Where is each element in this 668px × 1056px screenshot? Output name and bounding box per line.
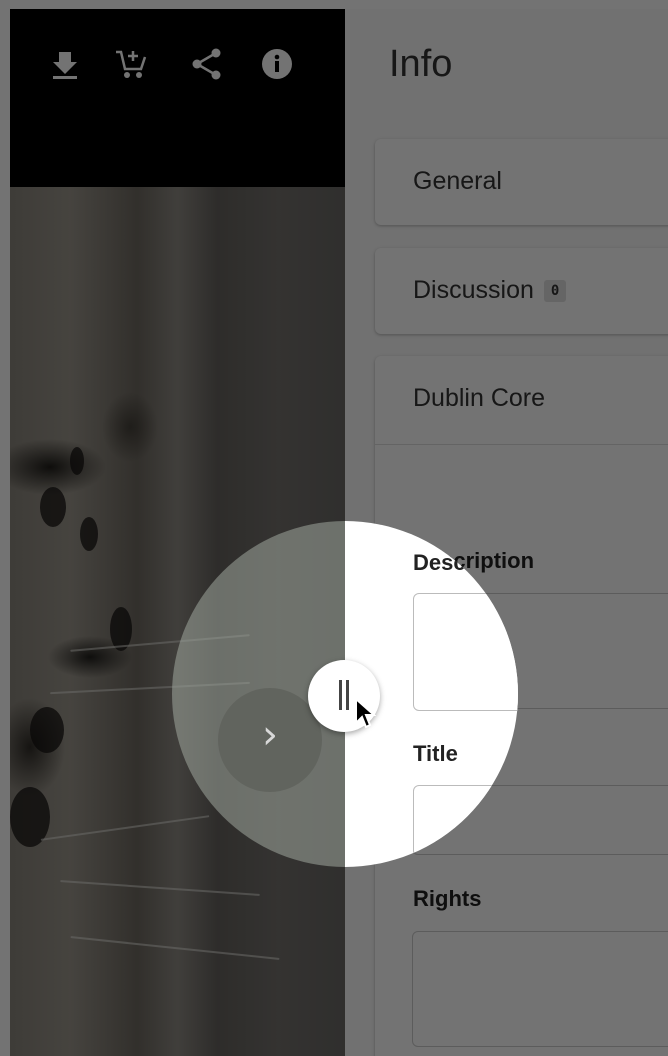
discussion-label: Discussion (413, 276, 534, 304)
chevron-right-icon: › (262, 712, 278, 758)
info-icon[interactable] (260, 47, 294, 81)
description-field[interactable] (412, 593, 668, 709)
page-margin-left (0, 0, 10, 1056)
info-panel: Info General Discussion 0 Dublin Core Des… (345, 9, 668, 1056)
title-label: Title (413, 741, 458, 766)
section-dublin-core-label[interactable]: Dublin Core (413, 384, 545, 413)
next-image-button[interactable]: › (218, 688, 322, 792)
section-divider (375, 444, 668, 445)
section-discussion[interactable]: Discussion 0 (375, 248, 668, 334)
share-icon[interactable] (190, 47, 224, 81)
rights-label: Rights (413, 886, 482, 911)
split-drag-handle[interactable] (308, 660, 380, 732)
panel-title: Info (389, 43, 453, 85)
section-general-label: General (413, 167, 502, 195)
section-dublin-core: Dublin Core Description Title Rights (375, 356, 668, 1056)
page-margin-top (0, 0, 668, 9)
handle-grip-icon (339, 680, 342, 710)
add-to-cart-icon[interactable] (114, 47, 148, 81)
description-label: Description (413, 548, 535, 573)
section-general[interactable]: General (375, 139, 668, 225)
image-viewer (10, 9, 345, 1056)
section-discussion-label: Discussion 0 (413, 276, 567, 305)
handle-grip-bar (346, 680, 349, 710)
download-icon[interactable] (48, 47, 82, 81)
rights-field[interactable] (412, 931, 668, 1047)
viewer-toolbar (10, 9, 345, 187)
discussion-count-badge: 0 (543, 280, 567, 303)
title-field[interactable] (412, 785, 668, 855)
tiger-photo (10, 187, 345, 1056)
